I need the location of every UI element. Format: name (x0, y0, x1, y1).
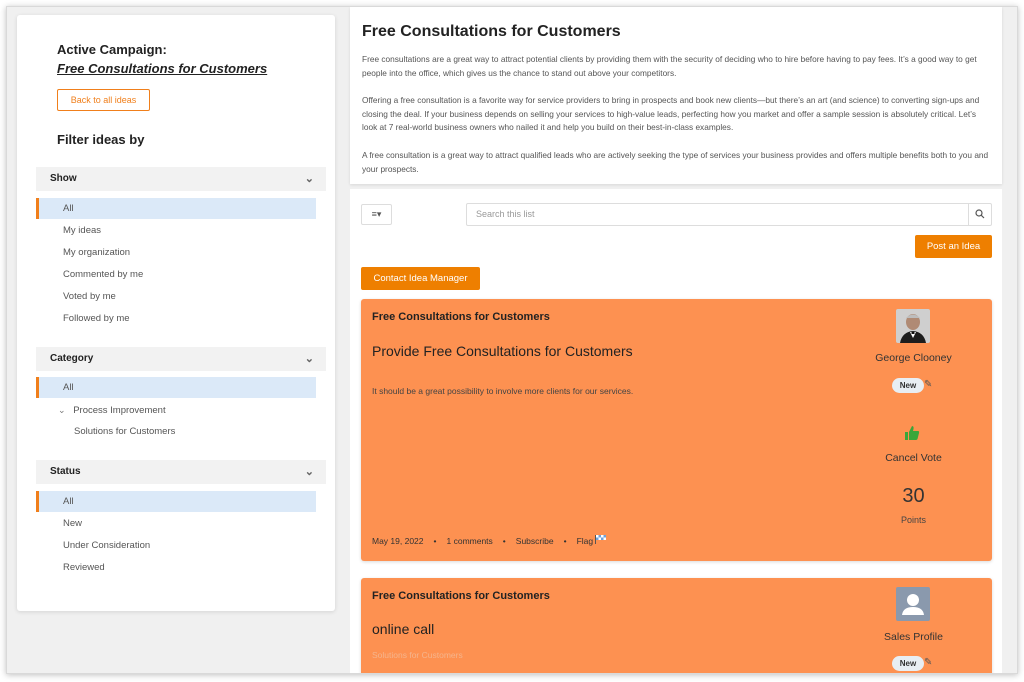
idea-author: George Clooney (875, 352, 952, 364)
cancel-vote-button[interactable]: Cancel Vote (841, 452, 986, 464)
status-option-reviewed[interactable]: Reviewed (36, 557, 316, 578)
show-option-my-ideas[interactable]: My ideas (36, 220, 316, 241)
show-option-all[interactable]: All (36, 198, 316, 219)
chevron-down-icon: ⌄ (304, 353, 314, 365)
idea-title[interactable]: Provide Free Consultations for Customers (372, 343, 633, 359)
description-paragraph: A free consultation is a great way to at… (362, 150, 989, 174)
status-badge: New (892, 656, 924, 671)
points-value: 30 (902, 485, 925, 507)
contact-idea-manager-button[interactable]: Contact Idea Manager (361, 267, 480, 290)
sort-button[interactable]: ≡▾ (361, 204, 392, 225)
points-label: Points (900, 515, 926, 525)
status-section-header[interactable]: Status ⌄ (36, 460, 326, 484)
chevron-down-icon: ⌄ (304, 173, 314, 185)
filter-title: Filter ideas by (57, 132, 145, 147)
idea-title[interactable]: online call (372, 621, 434, 637)
separator-dot: • (563, 535, 567, 546)
avatar (896, 309, 930, 343)
show-option-followed[interactable]: Followed by me (36, 308, 316, 329)
subscribe-link[interactable]: Subscribe (516, 536, 554, 546)
show-option-voted[interactable]: Voted by me (36, 286, 316, 307)
idea-meta: May 19, 2022 • 1 comments • Subscribe • … (372, 535, 607, 546)
idea-category: Solutions for Customers (372, 650, 463, 660)
campaign-title: Free Consultations for Customers (362, 23, 621, 40)
separator-dot: • (502, 535, 506, 546)
search-input[interactable]: Search this list (476, 209, 535, 219)
status-option-all[interactable]: All (36, 491, 316, 512)
idea-campaign: Free Consultations for Customers (372, 311, 550, 323)
category-label: Process Improvement (73, 405, 166, 416)
show-section-title: Show (50, 173, 77, 184)
avatar (896, 587, 930, 621)
idea-card[interactable]: Free Consultations for Customers online … (361, 578, 992, 673)
status-option-under-consideration[interactable]: Under Consideration (36, 535, 316, 556)
separator-dot: • (433, 535, 437, 546)
search-box[interactable]: Search this list (466, 203, 992, 226)
status-section-title: Status (50, 466, 81, 477)
chevron-down-icon: ⌄ (304, 466, 314, 478)
pencil-icon[interactable]: ✎ (924, 379, 932, 390)
back-to-all-ideas-button[interactable]: Back to all ideas (57, 89, 150, 111)
idea-list-area: ≡▾ Search this list Post an Idea Contact… (350, 189, 1002, 673)
campaign-link[interactable]: Free Consultations for Customers (57, 61, 267, 76)
comments-link[interactable]: 1 comments (447, 536, 493, 546)
flag-link[interactable]: Flag (577, 536, 594, 546)
description-paragraph: Free consultations are a great way to at… (362, 54, 977, 78)
idea-date: May 19, 2022 (372, 535, 424, 546)
campaign-description-card: Free Consultations for Customers Free co… (350, 7, 1002, 184)
status-option-new[interactable]: New (36, 513, 316, 534)
category-section-title: Category (50, 353, 94, 364)
chevron-down-icon: ⌄ (58, 405, 66, 415)
show-option-commented[interactable]: Commented by me (36, 264, 316, 285)
category-option-all[interactable]: All (36, 377, 316, 398)
status-badge: New (892, 378, 924, 393)
idea-text: It should be a great possibility to invo… (372, 386, 634, 396)
show-option-my-organization[interactable]: My organization (36, 242, 316, 263)
idea-campaign: Free Consultations for Customers (372, 590, 550, 602)
sort-icon: ≡▾ (371, 209, 382, 219)
pencil-icon[interactable]: ✎ (924, 657, 932, 668)
category-option-solutions[interactable]: Solutions for Customers (36, 421, 316, 442)
app-frame: Active Campaign: Free Consultations for … (6, 6, 1018, 674)
idea-author: Sales Profile (884, 631, 943, 643)
search-icon[interactable] (968, 204, 991, 225)
flag-icon[interactable] (595, 535, 607, 546)
category-option-process-improvement[interactable]: ⌄ Process Improvement (36, 400, 316, 421)
show-section-header[interactable]: Show ⌄ (36, 167, 326, 191)
category-section-header[interactable]: Category ⌄ (36, 347, 326, 371)
sidebar: Active Campaign: Free Consultations for … (17, 15, 335, 611)
idea-card[interactable]: Free Consultations for Customers Provide… (361, 299, 992, 561)
description-paragraph: Offering a free consultation is a favori… (362, 95, 980, 132)
thumbs-up-icon[interactable] (904, 425, 920, 441)
post-idea-button[interactable]: Post an Idea (915, 235, 992, 258)
active-campaign-label: Active Campaign: (57, 42, 167, 57)
